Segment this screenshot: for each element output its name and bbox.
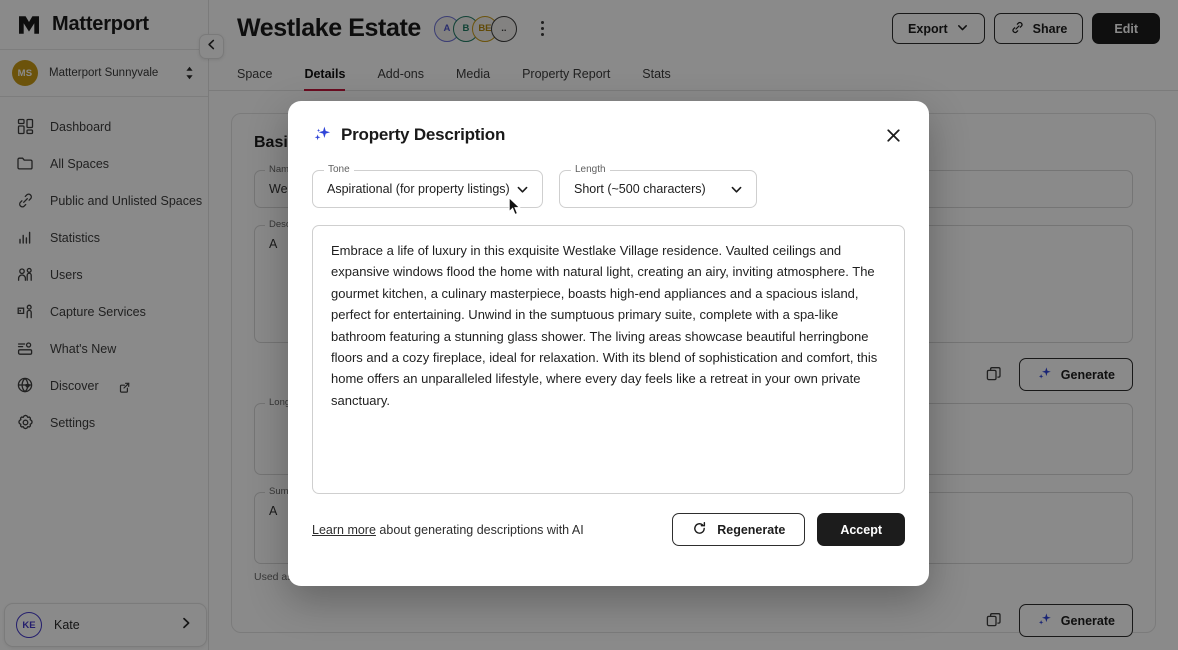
accept-button-label: Accept: [840, 522, 882, 537]
modal-footer: Learn more about generating descriptions…: [288, 513, 929, 546]
length-select-label: Length: [571, 164, 610, 175]
length-select[interactable]: Length Short (~500 characters): [559, 164, 757, 208]
tone-select-value: Aspirational (for property listings): [327, 182, 510, 196]
app-root: Matterport MS Matterport Sunnyvale Dashb…: [0, 0, 1178, 650]
modal-option-selects: Tone Aspirational (for property listings…: [288, 147, 929, 208]
accept-button[interactable]: Accept: [817, 513, 905, 546]
tone-select-label: Tone: [324, 164, 354, 175]
length-select-value: Short (~500 characters): [574, 182, 706, 196]
generated-description-text: Embrace a life of luxury in this exquisi…: [331, 243, 878, 408]
refresh-icon: [692, 521, 707, 539]
sparkle-icon: [312, 125, 332, 145]
chevron-down-icon: [515, 182, 530, 197]
learn-more-rest: about generating descriptions with AI: [375, 522, 584, 537]
chevron-down-icon: [729, 182, 744, 197]
property-description-modal: Property Description Tone Aspirational (…: [288, 101, 929, 586]
learn-more-text: Learn more about generating descriptions…: [312, 523, 584, 537]
tone-select[interactable]: Tone Aspirational (for property listings…: [312, 164, 543, 208]
modal-title: Property Description: [341, 125, 506, 144]
modal-header: Property Description: [288, 101, 929, 147]
close-x-icon[interactable]: [881, 123, 905, 147]
generated-description-textarea[interactable]: Embrace a life of luxury in this exquisi…: [312, 225, 905, 494]
regenerate-button[interactable]: Regenerate: [672, 513, 806, 546]
learn-more-link[interactable]: Learn more: [312, 523, 376, 537]
modal-footer-actions: Regenerate Accept: [672, 513, 905, 546]
regenerate-button-label: Regenerate: [717, 522, 786, 537]
